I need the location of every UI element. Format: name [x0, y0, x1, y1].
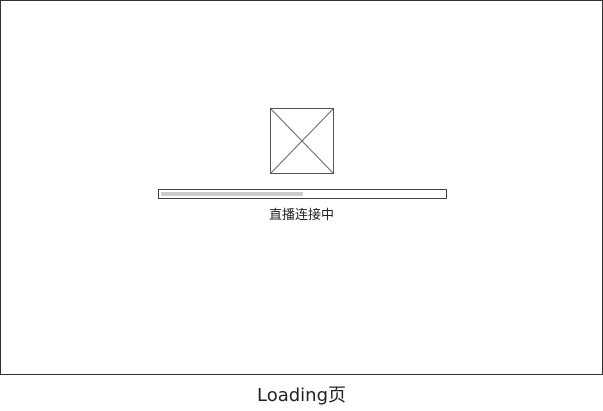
wireframe-canvas: 直播连接中 Loading页	[0, 0, 603, 411]
loading-status-text: 直播连接中	[268, 208, 334, 223]
progress-bar-fill	[161, 192, 303, 196]
page-caption: Loading页	[256, 385, 346, 406]
loading-screen: 直播连接中	[0, 0, 603, 375]
image-placeholder-icon	[270, 108, 334, 174]
progress-bar	[158, 189, 447, 199]
